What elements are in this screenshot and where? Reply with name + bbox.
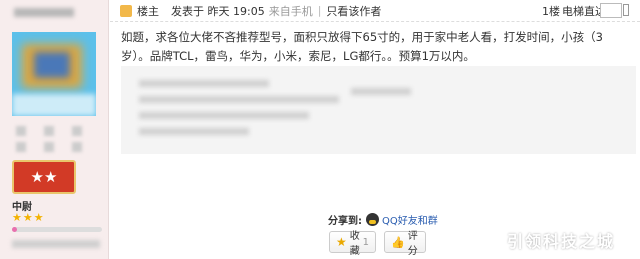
jump-go-icon[interactable] [623, 4, 629, 16]
favorite-count: 1 [362, 236, 369, 248]
username-blurred[interactable] [14, 8, 74, 17]
progress-bar [12, 227, 102, 232]
rank-badge: ★★ [12, 160, 76, 194]
star-icon: ★ [336, 235, 347, 249]
share-label: 分享到: [328, 216, 362, 227]
user-stats-blurred [12, 126, 96, 139]
watermark: 引领科技之城 [507, 232, 616, 251]
qq-icon[interactable] [366, 213, 379, 226]
rank-stars-icon: ★★★ [12, 211, 45, 224]
favorite-button[interactable]: ★ 收藏 1 [329, 231, 376, 257]
avatar[interactable] [12, 32, 96, 116]
floor-jump-input[interactable] [600, 3, 622, 18]
post-content: 如题，求各位大佬不吝推荐型号，面积只放得下65寸的，用于家中老人看，打发时间，小… [121, 30, 603, 63]
favorite-label: 收藏 [349, 231, 360, 257]
floor-number: 1楼 [542, 4, 560, 18]
thumbs-up-icon: 👍 [391, 235, 405, 249]
rate-button[interactable]: 👍 评分 [384, 231, 426, 257]
blurred-content-block [121, 66, 636, 154]
share-row: 分享到: QQ好友和群 [328, 212, 438, 227]
user-extra-blurred [12, 240, 100, 248]
only-op-link[interactable]: 只看该作者 [326, 3, 381, 19]
op-label: 楼主 [137, 4, 159, 18]
post-time: 发表于 昨天 19:05 [171, 4, 265, 18]
share-qq-link[interactable]: QQ好友和群 [382, 212, 438, 227]
post-header: 楼主 发表于 昨天 19:05 来自手机 | 只看该作者 1楼 电梯直达 [110, 0, 640, 22]
post-device: 来自手机 [268, 4, 313, 18]
op-icon [120, 4, 132, 17]
user-stats-blurred-2 [12, 142, 96, 155]
separator: | [317, 4, 322, 17]
progress-fill [12, 227, 18, 232]
rank-badge-stars: ★★ [30, 167, 58, 186]
rate-label: 评分 [407, 231, 418, 257]
user-sidebar: ★★ 中尉 ★★★ [0, 0, 109, 259]
